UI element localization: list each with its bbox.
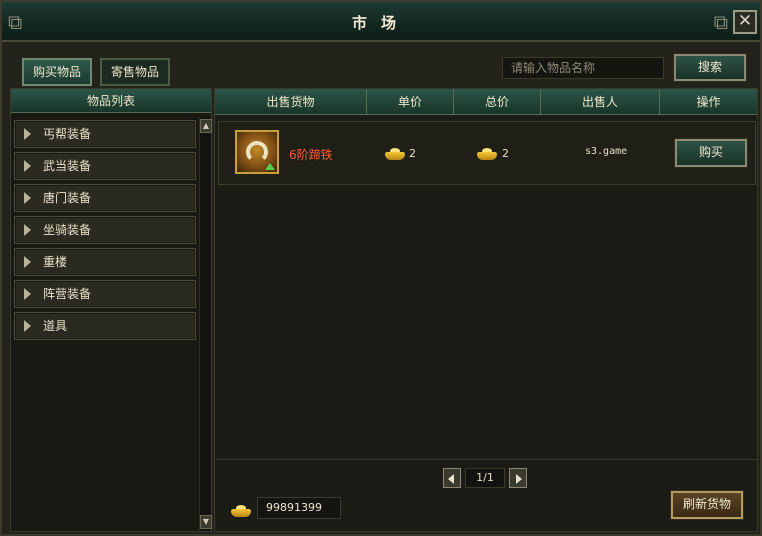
chevron-right-icon [24,320,31,332]
goods-table-panel: 出售货物 单价 总价 出售人 操作 6阶蹄铁 2 2 s3.game 购买 1/… [214,88,758,532]
horseshoe-shape [246,141,268,163]
seller-name: s3.game [585,146,628,157]
prev-page-button[interactable] [443,468,461,488]
category-label: 武当装备 [43,159,92,173]
upgrade-arrow-icon [265,163,275,170]
chevron-right-icon [24,192,31,204]
title-bar[interactable]: ⧉ 市场 ⧉ ✕ [2,2,760,42]
scroll-up-icon[interactable]: ▲ [200,119,212,133]
column-header-goods: 出售货物 [215,89,367,115]
column-header-action: 操作 [696,95,721,109]
category-list-header: 物品列表 [11,89,211,113]
chevron-right-icon [24,288,31,300]
search-button[interactable]: 搜索 [674,54,746,81]
category-item[interactable]: 唐门装备 [14,184,196,212]
gold-ingot-icon [231,505,251,517]
category-label: 道具 [43,319,68,333]
category-scrollbar[interactable]: ▲ ▼ [199,117,212,531]
search-input[interactable] [502,57,664,79]
gold-ingot-icon [477,148,497,160]
close-button[interactable]: ✕ [733,10,757,34]
column-header-total-price: 总价 [454,89,541,115]
tab-buy-items[interactable]: 购买物品 [22,58,93,86]
category-label: 坐骑装备 [43,223,92,237]
table-row: 6阶蹄铁 2 2 s3.game 购买 [218,121,756,185]
total-price-value: 2 [502,147,509,160]
unit-price-value: 2 [409,147,416,160]
chevron-right-icon [24,224,31,236]
window-title: 市场 [351,14,410,32]
chevron-right-icon [24,256,31,268]
table-header: 出售货物 单价 总价 出售人 操作 [215,89,757,115]
item-name: 6阶蹄铁 [289,148,333,162]
next-page-button[interactable] [509,468,527,488]
footer-divider [215,459,757,460]
tab-consign-items[interactable]: 寄售物品 [100,58,171,86]
category-label: 阵营装备 [43,287,92,301]
horseshoe-icon[interactable] [235,130,279,174]
column-header-unit-price: 单价 [367,89,454,115]
chevron-right-icon [24,128,31,140]
category-label: 丐帮装备 [43,127,92,141]
corner-ornament-right-icon: ⧉ [713,10,728,34]
category-panel: 物品列表 丐帮装备 武当装备 唐门装备 坐骑装备 重楼 阵营装备 道具 ▲ ▼ [10,88,212,532]
category-label: 重楼 [43,255,68,269]
gold-balance: 99891399 [257,497,341,519]
arrow-left-icon [448,474,454,484]
page-indicator: 1/1 [465,468,505,488]
category-label: 唐门装备 [43,191,92,205]
gold-ingot-icon [385,148,405,160]
chevron-right-icon [24,160,31,172]
category-item[interactable]: 道具 [14,312,196,340]
buy-button[interactable]: 购买 [675,139,747,167]
category-item[interactable]: 坐骑装备 [14,216,196,244]
category-item[interactable]: 武当装备 [14,152,196,180]
category-item[interactable]: 丐帮装备 [14,120,196,148]
arrow-right-icon [516,474,522,484]
category-item[interactable]: 重楼 [14,248,196,276]
category-item[interactable]: 阵营装备 [14,280,196,308]
market-window: ⧉ 市场 ⧉ ✕ 购买物品 寄售物品 搜索 物品列表 丐帮装备 武当装备 唐门装… [0,0,762,536]
scroll-down-icon[interactable]: ▼ [200,515,212,529]
refresh-goods-button[interactable]: 刷新货物 [671,491,743,519]
column-header-seller: 出售人 [541,89,660,115]
